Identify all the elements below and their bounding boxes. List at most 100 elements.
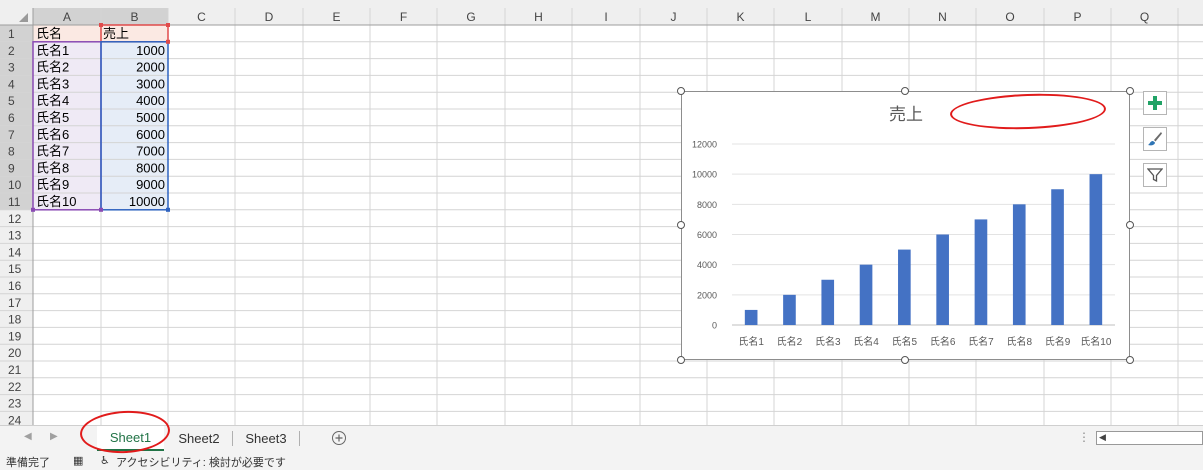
cell-a1[interactable]: 氏名 (36, 26, 62, 41)
row-header-4[interactable]: 4 (8, 77, 15, 91)
add-sheet-button[interactable] (331, 430, 347, 446)
row-header-21[interactable]: 21 (8, 363, 22, 377)
cell-a2[interactable]: 氏名1 (36, 43, 69, 58)
range-resize-handle[interactable] (99, 23, 103, 27)
range-resize-handle[interactable] (166, 23, 170, 27)
chart-resize-handle-ne[interactable] (1126, 87, 1134, 95)
range-resize-handle[interactable] (166, 207, 170, 212)
chart-resize-handle-n[interactable] (901, 87, 909, 95)
row-header-11[interactable]: 11 (8, 195, 21, 209)
tab-sheet1[interactable]: Sheet1 (97, 426, 164, 451)
row-header-3[interactable]: 3 (8, 61, 15, 75)
chart-styles-button[interactable] (1143, 127, 1167, 151)
row-header-9[interactable]: 9 (8, 161, 15, 175)
column-header-d[interactable]: D (265, 10, 274, 24)
cell-a6[interactable]: 氏名5 (36, 110, 69, 125)
cell-b3[interactable]: 2000 (136, 60, 165, 75)
bar-2[interactable] (783, 294, 796, 325)
cell-b2[interactable]: 1000 (136, 43, 165, 58)
chart-resize-handle-se[interactable] (1126, 356, 1134, 364)
column-header-n[interactable]: N (938, 10, 947, 24)
cell-a9[interactable]: 氏名8 (36, 160, 69, 175)
bar-7[interactable] (974, 219, 988, 325)
row-header-22[interactable]: 22 (8, 380, 22, 394)
scroll-left-arrow-icon[interactable]: ◀ (1099, 432, 1106, 443)
column-header-o[interactable]: O (1005, 10, 1014, 24)
row-header-10[interactable]: 10 (8, 178, 22, 192)
chart-resize-handle-nw[interactable] (677, 87, 685, 95)
column-header-l[interactable]: L (805, 10, 812, 24)
scroll-tabs-right-icon[interactable]: ▶ (50, 431, 58, 442)
row-header-17[interactable]: 17 (8, 296, 22, 310)
cell-a10[interactable]: 氏名9 (36, 177, 69, 192)
row-header-20[interactable]: 20 (8, 346, 22, 360)
scroll-tabs-left-icon[interactable]: ◀ (24, 431, 32, 442)
row-header-15[interactable]: 15 (8, 262, 22, 276)
column-header-e[interactable]: E (332, 10, 340, 24)
column-header-h[interactable]: H (534, 10, 543, 24)
row-header-1[interactable]: 1 (8, 27, 15, 41)
cell-a5[interactable]: 氏名4 (36, 93, 69, 108)
row-header-24[interactable]: 24 (8, 413, 22, 425)
range-resize-handle[interactable] (31, 207, 35, 212)
column-header-f[interactable]: F (400, 10, 407, 24)
bar-6[interactable] (936, 234, 949, 326)
bar-9[interactable] (1051, 189, 1064, 325)
macro-record-icon[interactable]: ▦ (73, 454, 83, 467)
range-resize-handle[interactable] (99, 207, 103, 212)
horizontal-scrollbar[interactable]: ◀ (1096, 431, 1203, 445)
row-header-2[interactable]: 2 (8, 44, 15, 58)
column-header-c[interactable]: C (197, 10, 206, 24)
chart-object[interactable]: 売上 0 2000 4000 6000 8000 10000 12000 氏名1 氏名2 氏名3 氏名… (681, 91, 1130, 360)
cell-a8[interactable]: 氏名7 (36, 144, 69, 159)
row-header-16[interactable]: 16 (8, 279, 22, 293)
cell-b8[interactable]: 7000 (136, 144, 165, 159)
column-header-m[interactable]: M (871, 10, 881, 24)
column-header-q[interactable]: Q (1140, 10, 1149, 24)
chart-resize-handle-s[interactable] (901, 356, 909, 364)
tab-sheet2[interactable]: Sheet2 (166, 426, 232, 451)
cell-a3[interactable]: 氏名2 (36, 60, 69, 75)
chart-filters-button[interactable] (1143, 163, 1167, 187)
chart-title[interactable]: 売上 (889, 105, 923, 124)
accessibility-icon[interactable]: ♿ (100, 454, 110, 467)
column-header-b[interactable]: B (130, 10, 138, 24)
row-header-18[interactable]: 18 (8, 313, 22, 327)
cell-a4[interactable]: 氏名3 (36, 76, 69, 91)
chart-resize-handle-w[interactable] (677, 221, 685, 229)
column-header-j[interactable]: J (671, 10, 677, 24)
row-header-6[interactable]: 6 (8, 111, 15, 125)
cell-b4[interactable]: 3000 (136, 76, 165, 91)
cell-a7[interactable]: 氏名6 (36, 127, 69, 142)
bar-1[interactable] (744, 309, 758, 325)
row-header-12[interactable]: 12 (8, 212, 22, 226)
column-header-i[interactable]: I (604, 10, 607, 24)
cell-b7[interactable]: 6000 (136, 127, 165, 142)
row-header-5[interactable]: 5 (8, 94, 15, 108)
bar-10[interactable] (1089, 174, 1103, 325)
tab-sheet3[interactable]: Sheet3 (234, 426, 298, 451)
cell-a11[interactable]: 氏名10 (36, 194, 76, 209)
cell-b5[interactable]: 4000 (136, 93, 165, 108)
row-header-19[interactable]: 19 (8, 329, 22, 343)
chart-resize-handle-sw[interactable] (677, 356, 685, 364)
cell-b6[interactable]: 5000 (136, 110, 165, 125)
column-header-a[interactable]: A (63, 10, 71, 24)
bar-8[interactable] (1012, 204, 1026, 325)
accessibility-status-text[interactable]: アクセシビリティ: 検討が必要です (116, 454, 286, 470)
cell-b10[interactable]: 9000 (136, 177, 165, 192)
bar-3[interactable] (821, 279, 835, 325)
row-header-13[interactable]: 13 (8, 229, 22, 243)
row-header-8[interactable]: 8 (8, 145, 15, 159)
row-header-23[interactable]: 23 (8, 397, 22, 411)
column-header-k[interactable]: K (736, 10, 744, 24)
bar-4[interactable] (859, 264, 873, 325)
row-header-7[interactable]: 7 (8, 128, 15, 142)
column-header-g[interactable]: G (466, 10, 475, 24)
range-resize-handle[interactable] (166, 39, 170, 44)
tab-split-handle-icon[interactable]: ⋮ (1078, 430, 1090, 444)
bar-5[interactable] (898, 249, 911, 325)
cell-b1[interactable]: 売上 (103, 26, 129, 41)
cell-b9[interactable]: 8000 (136, 160, 165, 175)
cell-b11[interactable]: 10000 (129, 194, 165, 209)
